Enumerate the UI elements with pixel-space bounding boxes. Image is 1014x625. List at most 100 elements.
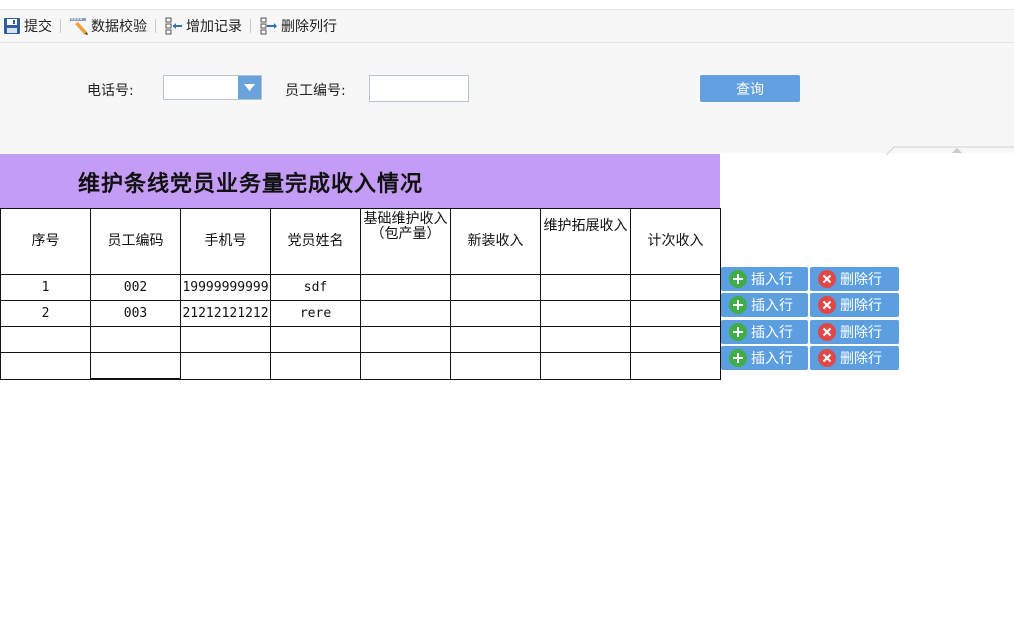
toolbar-divider xyxy=(60,19,61,33)
table-cell[interactable]: 2 xyxy=(0,300,91,327)
chevron-down-icon[interactable] xyxy=(238,76,261,99)
close-icon xyxy=(818,349,836,367)
validate-label: 数据校验 xyxy=(91,19,147,35)
insert-row-label: 插入行 xyxy=(751,351,793,367)
table-cell[interactable] xyxy=(0,326,91,353)
delete-row-label: 删除行 xyxy=(840,298,882,314)
insert-row-label: 插入行 xyxy=(751,272,793,288)
search-panel: 电话号: 员工编号: 查询 xyxy=(0,43,1014,153)
column-header: 计次收入 xyxy=(630,208,721,275)
plus-icon xyxy=(729,296,747,314)
delete-row-label: 删除行 xyxy=(840,272,882,288)
plus-icon xyxy=(729,323,747,341)
query-button[interactable]: 查询 xyxy=(700,75,800,102)
phone-select[interactable] xyxy=(163,75,262,100)
table-cell[interactable]: sdf xyxy=(270,274,361,301)
delete-column-button[interactable]: 删除列行 xyxy=(257,10,339,42)
table-cell[interactable] xyxy=(630,300,721,327)
table-cell[interactable] xyxy=(360,274,451,301)
save-icon xyxy=(2,16,22,36)
insert-row-label: 插入行 xyxy=(751,325,793,341)
submit-label: 提交 xyxy=(24,19,52,35)
delete-row-button[interactable]: 删除行 xyxy=(810,346,899,370)
row-actions: 插入行 删除行 xyxy=(721,267,901,291)
validate-button[interactable]: 数据校验 xyxy=(67,10,149,42)
table-cell[interactable] xyxy=(450,352,541,380)
table-cell[interactable] xyxy=(180,352,271,380)
column-header: 手机号 xyxy=(180,208,271,275)
delete-column-icon xyxy=(259,16,279,36)
plus-icon xyxy=(729,349,747,367)
table-cell[interactable] xyxy=(360,352,451,380)
table-cell[interactable]: rere xyxy=(270,300,361,327)
add-record-button[interactable]: 增加记录 xyxy=(162,10,244,42)
table-row xyxy=(0,352,721,380)
table-row xyxy=(0,326,721,353)
table-cell[interactable] xyxy=(360,326,451,353)
delete-column-label: 删除列行 xyxy=(281,19,337,35)
submit-button[interactable]: 提交 xyxy=(0,10,54,42)
table-cell[interactable]: 003 xyxy=(90,300,181,327)
data-table: 序号 员工编码 手机号 党员姓名 基础维护收入（包产量） 新装收入 维护拓展收入… xyxy=(0,208,721,380)
collapse-tab[interactable] xyxy=(885,144,1014,156)
column-header: 新装收入 xyxy=(450,208,541,275)
add-column-icon xyxy=(164,16,184,36)
insert-row-button[interactable]: 插入行 xyxy=(721,320,808,344)
table-cell[interactable] xyxy=(630,352,721,380)
table-cell[interactable] xyxy=(450,300,541,327)
table-cell[interactable] xyxy=(270,326,361,353)
table-cell[interactable] xyxy=(450,274,541,301)
sheet-title: 维护条线党员业务量完成收入情况 xyxy=(78,170,424,197)
table-cell[interactable] xyxy=(0,352,91,380)
column-header: 基础维护收入（包产量） xyxy=(360,208,451,275)
table-cell[interactable] xyxy=(540,326,631,353)
insert-row-button[interactable]: 插入行 xyxy=(721,267,808,291)
table-cell[interactable] xyxy=(540,352,631,380)
column-header: 员工编码 xyxy=(90,208,181,275)
close-icon xyxy=(818,296,836,314)
column-header: 维护拓展收入 xyxy=(540,208,631,275)
table-cell[interactable]: 1 xyxy=(0,274,91,301)
table-cell[interactable] xyxy=(90,352,181,380)
delete-row-button[interactable]: 删除行 xyxy=(810,320,899,344)
delete-row-label: 删除行 xyxy=(840,351,882,367)
table-cell[interactable] xyxy=(270,352,361,380)
table-cell[interactable] xyxy=(630,274,721,301)
toolbar-divider xyxy=(250,19,251,33)
table-cell[interactable] xyxy=(540,300,631,327)
phone-label: 电话号: xyxy=(87,83,134,99)
table-cell[interactable] xyxy=(360,300,451,327)
pencil-ruler-icon xyxy=(69,16,89,36)
close-icon xyxy=(818,323,836,341)
insert-row-button[interactable]: 插入行 xyxy=(721,346,808,370)
add-record-label: 增加记录 xyxy=(186,19,242,35)
close-icon xyxy=(818,270,836,288)
insert-row-label: 插入行 xyxy=(751,298,793,314)
row-actions: 插入行 删除行 xyxy=(721,346,901,370)
delete-row-button[interactable]: 删除行 xyxy=(810,267,899,291)
delete-row-label: 删除行 xyxy=(840,325,882,341)
employee-input[interactable] xyxy=(369,75,469,102)
employee-label: 员工编号: xyxy=(285,83,346,99)
table-row: 2 003 21212121212 rere xyxy=(0,300,721,327)
sheet-title-band: 维护条线党员业务量完成收入情况 xyxy=(0,154,720,209)
table-cell[interactable]: 19999999999 xyxy=(180,274,271,301)
table-cell[interactable] xyxy=(180,326,271,353)
table-cell[interactable] xyxy=(540,274,631,301)
table-cell[interactable] xyxy=(450,326,541,353)
row-actions: 插入行 删除行 xyxy=(721,293,901,317)
insert-row-button[interactable]: 插入行 xyxy=(721,293,808,317)
row-actions: 插入行 删除行 xyxy=(721,320,901,344)
column-header: 序号 xyxy=(0,208,91,275)
table-row: 1 002 19999999999 sdf xyxy=(0,274,721,301)
table-cell[interactable]: 21212121212 xyxy=(180,300,271,327)
table-cell[interactable] xyxy=(630,326,721,353)
toolbar-divider xyxy=(155,19,156,33)
table-cell[interactable]: 002 xyxy=(90,274,181,301)
delete-row-button[interactable]: 删除行 xyxy=(810,293,899,317)
column-header: 党员姓名 xyxy=(270,208,361,275)
table-cell[interactable] xyxy=(90,326,181,353)
toolbar: 提交 数据校验 增加记录 删除列行 xyxy=(0,9,1014,43)
table-header-row: 序号 员工编码 手机号 党员姓名 基础维护收入（包产量） 新装收入 维护拓展收入… xyxy=(0,208,721,275)
plus-icon xyxy=(729,270,747,288)
